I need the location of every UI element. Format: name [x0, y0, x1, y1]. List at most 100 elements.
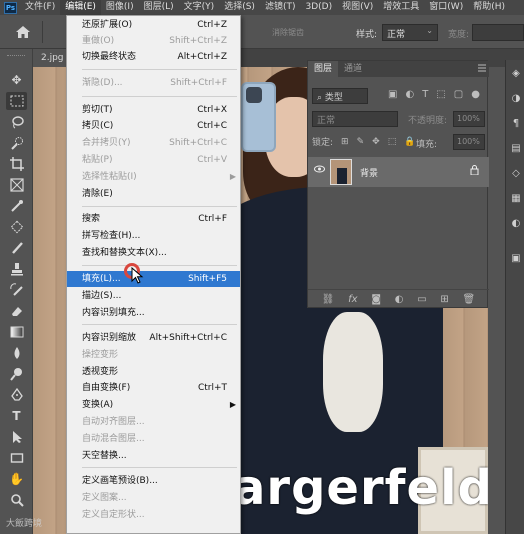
toolbar-grip[interactable] — [7, 55, 25, 58]
menu-item-copy[interactable]: 拷贝(C) Ctrl+C — [67, 118, 240, 134]
link-layers-icon[interactable]: ⛓ — [322, 294, 335, 305]
marquee-tool-icon[interactable] — [6, 92, 27, 110]
menu-help[interactable]: 帮助(H) — [468, 0, 510, 15]
crop-tool-icon[interactable] — [6, 155, 27, 173]
visibility-eye-icon[interactable] — [314, 165, 325, 176]
menu-item-auto-blend[interactable]: 自动混合图层... — [67, 431, 240, 447]
clone-stamp-icon[interactable] — [6, 260, 27, 278]
menu-item-free-transform[interactable]: 自由变换(F) Ctrl+T — [67, 380, 240, 396]
lock-pixels-icon[interactable]: ✎ — [357, 137, 365, 147]
quick-select-icon[interactable] — [6, 134, 27, 152]
menu-item-paste-special[interactable]: 选择性粘贴(I) ▶ — [67, 169, 240, 185]
menu-image[interactable]: 图像(I) — [101, 0, 139, 15]
lock-transparent-icon[interactable]: ⊞ — [341, 137, 349, 147]
menu-3d[interactable]: 3D(D) — [300, 0, 337, 15]
menu-item-spell-check[interactable]: 拼写检查(H)... — [67, 228, 240, 244]
history-brush-icon[interactable] — [6, 281, 27, 299]
paths-dock-icon[interactable]: ◇ — [510, 168, 522, 180]
gradient-icon[interactable] — [6, 323, 27, 341]
lock-position-icon[interactable]: ✥ — [372, 137, 380, 147]
anti-alias-checkbox[interactable]: 消除锯齿 — [272, 27, 304, 38]
menu-item-define-shape[interactable]: 定义自定形状... — [67, 507, 240, 523]
menu-item-toggle-last-state[interactable]: 切换最终状态 Alt+Ctrl+Z — [67, 49, 240, 65]
menu-item-define-brush[interactable]: 定义画笔预设(B)... — [67, 473, 240, 489]
menu-item-search[interactable]: 搜索 Ctrl+F — [67, 211, 240, 227]
paragraph-dock-icon[interactable]: ¶ — [510, 118, 522, 130]
menu-item-fill[interactable]: 填充(L)... Shift+F5 — [67, 271, 240, 287]
history-dock-icon[interactable]: ◐ — [510, 218, 522, 230]
menu-item-auto-align[interactable]: 自动对齐图层... — [67, 414, 240, 430]
menu-item-redo[interactable]: 重做(O) Shift+Ctrl+Z — [67, 33, 240, 49]
frame-tool-icon[interactable] — [6, 176, 27, 194]
menu-type[interactable]: 文字(Y) — [179, 0, 220, 15]
layer-filter-select[interactable]: ⌕ 类型 — [312, 88, 368, 104]
shape-filter-icon[interactable]: ⬚ — [436, 89, 445, 100]
menu-item-fade[interactable]: 渐隐(D)... Shift+Ctrl+F — [67, 75, 240, 91]
menu-item-paste[interactable]: 粘贴(P) Ctrl+V — [67, 152, 240, 168]
menu-item-copy-merged[interactable]: 合并拷贝(Y) Shift+Ctrl+C — [67, 135, 240, 151]
opacity-input[interactable]: 100% — [453, 111, 485, 127]
menu-window[interactable]: 窗口(W) — [424, 0, 468, 15]
fx-icon[interactable]: fx — [348, 294, 357, 305]
group-folder-icon[interactable]: ▭ — [417, 294, 426, 305]
type-tool-icon[interactable]: T — [6, 407, 27, 425]
blur-icon[interactable] — [6, 344, 27, 362]
menu-item-content-aware-fill[interactable]: 内容识别填充... — [67, 305, 240, 321]
type-filter-icon[interactable]: T — [422, 89, 428, 100]
lasso-tool-icon[interactable] — [6, 113, 27, 131]
adjustment-layer-icon[interactable]: ◐ — [395, 294, 404, 305]
lock-artboard-icon[interactable]: ⬚ — [388, 137, 397, 147]
smart-object-filter-icon[interactable]: ▢ — [454, 89, 463, 100]
document-tab[interactable]: 2.jpg — [33, 49, 69, 67]
menu-item-transform[interactable]: 变换(A) ▶ — [67, 397, 240, 413]
new-layer-icon[interactable]: ⊞ — [440, 294, 448, 305]
adjustment-filter-icon[interactable]: ◐ — [405, 89, 414, 100]
menu-edit[interactable]: 编辑(E) — [60, 0, 101, 15]
healing-brush-icon[interactable] — [6, 218, 27, 236]
hand-tool-icon[interactable]: ✋ — [6, 470, 27, 488]
menu-layer[interactable]: 图层(L) — [139, 0, 179, 15]
menu-item-define-pattern[interactable]: 定义图案... — [67, 490, 240, 506]
menu-item-stroke[interactable]: 描边(S)... — [67, 288, 240, 304]
menu-item-puppet-warp[interactable]: 操控变形 — [67, 347, 240, 363]
menu-item-clear[interactable]: 清除(E) — [67, 186, 240, 202]
rectangle-tool-icon[interactable] — [6, 449, 27, 467]
blend-mode-select[interactable]: 正常 — [312, 111, 398, 127]
delete-layer-icon[interactable]: 🗑 — [462, 294, 475, 305]
zoom-tool-icon[interactable] — [6, 491, 27, 509]
menu-select[interactable]: 选择(S) — [219, 0, 260, 15]
menu-item-find-replace[interactable]: 查找和替换文本(X)... — [67, 245, 240, 261]
menu-item-undo[interactable]: 还原扩展(O) Ctrl+Z — [67, 17, 240, 33]
adjustments-dock-icon[interactable]: ◑ — [510, 93, 522, 105]
layers-dock-icon[interactable]: ◈ — [510, 68, 522, 80]
layer-row-background[interactable]: 背景 — [308, 157, 489, 187]
brush-icon[interactable] — [6, 239, 27, 257]
menu-view[interactable]: 视图(V) — [337, 0, 378, 15]
menu-plugins[interactable]: 增效工具 — [378, 0, 424, 15]
menu-item-sky-replacement[interactable]: 天空替换... — [67, 448, 240, 464]
fill-input[interactable]: 100% — [453, 134, 485, 150]
dodge-icon[interactable] — [6, 365, 27, 383]
pen-icon[interactable] — [6, 386, 27, 404]
panel-menu-icon[interactable] — [477, 63, 487, 76]
path-select-icon[interactable] — [6, 428, 27, 446]
channels-dock-icon[interactable]: ▤ — [510, 143, 522, 155]
eraser-icon[interactable] — [6, 302, 27, 320]
menu-item-perspective-warp[interactable]: 透视变形 — [67, 364, 240, 380]
menu-item-cut[interactable]: 剪切(T) Ctrl+X — [67, 102, 240, 118]
tab-layers[interactable]: 图层 — [308, 61, 339, 77]
menu-file[interactable]: 文件(F) — [20, 0, 60, 15]
color-dock-icon[interactable]: ▣ — [510, 253, 522, 265]
menu-filter[interactable]: 滤镜(T) — [260, 0, 301, 15]
style-select[interactable]: 正常 ⌄ — [382, 24, 438, 41]
menu-item-content-aware-scale[interactable]: 内容识别缩放 Alt+Shift+Ctrl+C — [67, 330, 240, 346]
eyedropper-icon[interactable] — [6, 197, 27, 215]
pixel-filter-icon[interactable]: ▣ — [388, 89, 397, 100]
properties-dock-icon[interactable]: ▦ — [510, 193, 522, 205]
move-tool-icon[interactable]: ✥ — [6, 71, 27, 89]
filter-toggle-icon[interactable]: ● — [471, 89, 480, 100]
lock-all-icon[interactable]: 🔒 — [404, 137, 415, 147]
home-icon[interactable] — [14, 23, 32, 41]
width-input[interactable] — [472, 24, 524, 41]
tab-channels[interactable]: 通道 — [338, 61, 368, 77]
